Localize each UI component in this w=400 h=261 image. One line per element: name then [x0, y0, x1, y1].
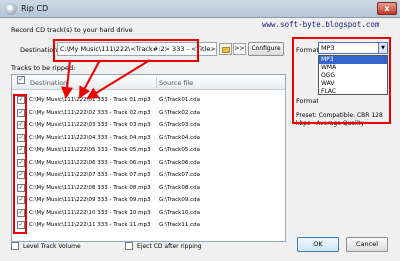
title-bar: Rip CD x — [0, 0, 400, 18]
track-row[interactable]: ✓ C:\My Music\111\222\07 333 - Track 07.m… — [12, 170, 285, 181]
track-source: G:\Track10.cda — [159, 209, 200, 216]
checkbox-highlight-box — [13, 94, 27, 234]
track-destination: C:\My Music\111\222\07 333 - Track 07.mp… — [29, 172, 151, 178]
level-volume-checkbox[interactable] — [11, 242, 19, 250]
level-volume-label[interactable]: Level Track Volume — [23, 243, 81, 250]
track-source: G:\Track05.cda — [159, 147, 200, 153]
column-header-source[interactable]: Source file — [159, 79, 193, 87]
track-row[interactable]: ✓ C:\My Music\111\222\10 333 - Track 10.m… — [12, 208, 285, 219]
watermark: www.soft-byte.blogspot.com — [262, 20, 380, 29]
cd-icon — [5, 3, 17, 15]
track-destination: C:\My Music\111\222\11 333 - Track 11.mp… — [29, 222, 151, 228]
track-source: G:\Track07.cda — [159, 172, 200, 178]
track-source: G:\Track08.cda — [159, 184, 200, 191]
format-highlight-box — [292, 37, 391, 124]
track-source: G:\Track03.cda — [159, 122, 200, 128]
instruction-text: Record CD track(s) to your hard drive — [11, 26, 133, 34]
track-row[interactable]: ✓ C:\My Music\111\222\05 333 - Track 05.m… — [12, 145, 285, 156]
track-source: G:\Track02.cda — [159, 109, 200, 116]
tracks-list[interactable]: ✓ Destination Source file ✓ C:\My Music\1… — [11, 74, 286, 242]
track-destination: C:\My Music\111\222\02 333 - Track 02.mp… — [29, 109, 151, 116]
folder-icon — [222, 47, 230, 53]
track-row[interactable]: ✓ C:\My Music\111\222\11 333 - Track 11.m… — [12, 220, 285, 231]
track-destination: C:\My Music\111\222\10 333 - Track 10.mp… — [29, 209, 151, 216]
column-header-destination[interactable]: Destination — [30, 79, 67, 87]
track-source: G:\Track09.cda — [159, 197, 200, 203]
eject-cd-label[interactable]: Eject CD after ripping — [137, 243, 202, 250]
track-destination: C:\My Music\111\222\04 333 - Track 04.mp… — [29, 134, 151, 141]
track-destination: C:\My Music\111\222\09 333 - Track 09.mp… — [29, 197, 151, 203]
configure-button[interactable]: Configure — [248, 42, 284, 56]
rip-cd-dialog: www.soft-byte.blogspot.com Record CD tra… — [0, 18, 400, 261]
track-row[interactable]: ✓ C:\My Music\111\222\09 333 - Track 09.m… — [12, 195, 285, 206]
track-destination: C:\My Music\111\222\05 333 - Track 05.mp… — [29, 147, 151, 153]
close-button[interactable]: x — [377, 2, 397, 15]
window-title: Rip CD — [21, 4, 49, 13]
track-row[interactable]: ✓ C:\My Music\111\222\01 333 - Track 01.m… — [12, 95, 285, 106]
track-source: G:\Track06.cda — [159, 159, 200, 166]
track-source: G:\Track04.cda — [159, 134, 200, 141]
track-destination: C:\My Music\111\222\08 333 - Track 08.mp… — [29, 184, 151, 191]
destination-highlight-box — [53, 39, 199, 62]
track-row[interactable]: ✓ C:\My Music\111\222\06 333 - Track 06.m… — [12, 158, 285, 169]
track-destination: C:\My Music\111\222\01 333 - Track 01.mp… — [29, 97, 151, 103]
track-source: G:\Track11.cda — [159, 222, 200, 228]
column-separator[interactable] — [156, 77, 157, 88]
track-destination: C:\My Music\111\222\03 333 - Track 03.mp… — [29, 122, 151, 128]
track-source: G:\Track01.cda — [159, 97, 200, 103]
list-header: ✓ Destination Source file — [12, 75, 285, 90]
track-row[interactable]: ✓ C:\My Music\111\222\02 333 - Track 02.m… — [12, 108, 285, 119]
track-row[interactable]: ✓ C:\My Music\111\222\04 333 - Track 04.m… — [12, 133, 285, 144]
ok-button[interactable]: OK — [297, 237, 339, 252]
eject-cd-checkbox[interactable] — [125, 242, 133, 250]
insert-tag-button[interactable]: >> — [233, 43, 246, 55]
track-row[interactable]: ✓ C:\My Music\111\222\08 333 - Track 08.m… — [12, 183, 285, 194]
tracks-label: Tracks to be ripped: — [11, 64, 76, 72]
track-destination: C:\My Music\111\222\06 333 - Track 06.mp… — [29, 159, 151, 166]
cancel-button[interactable]: Cancel — [346, 237, 388, 252]
select-all-checkbox[interactable]: ✓ — [17, 76, 25, 84]
track-row[interactable]: ✓ C:\My Music\111\222\03 333 - Track 03.m… — [12, 120, 285, 131]
browse-folder-button[interactable] — [219, 43, 232, 55]
